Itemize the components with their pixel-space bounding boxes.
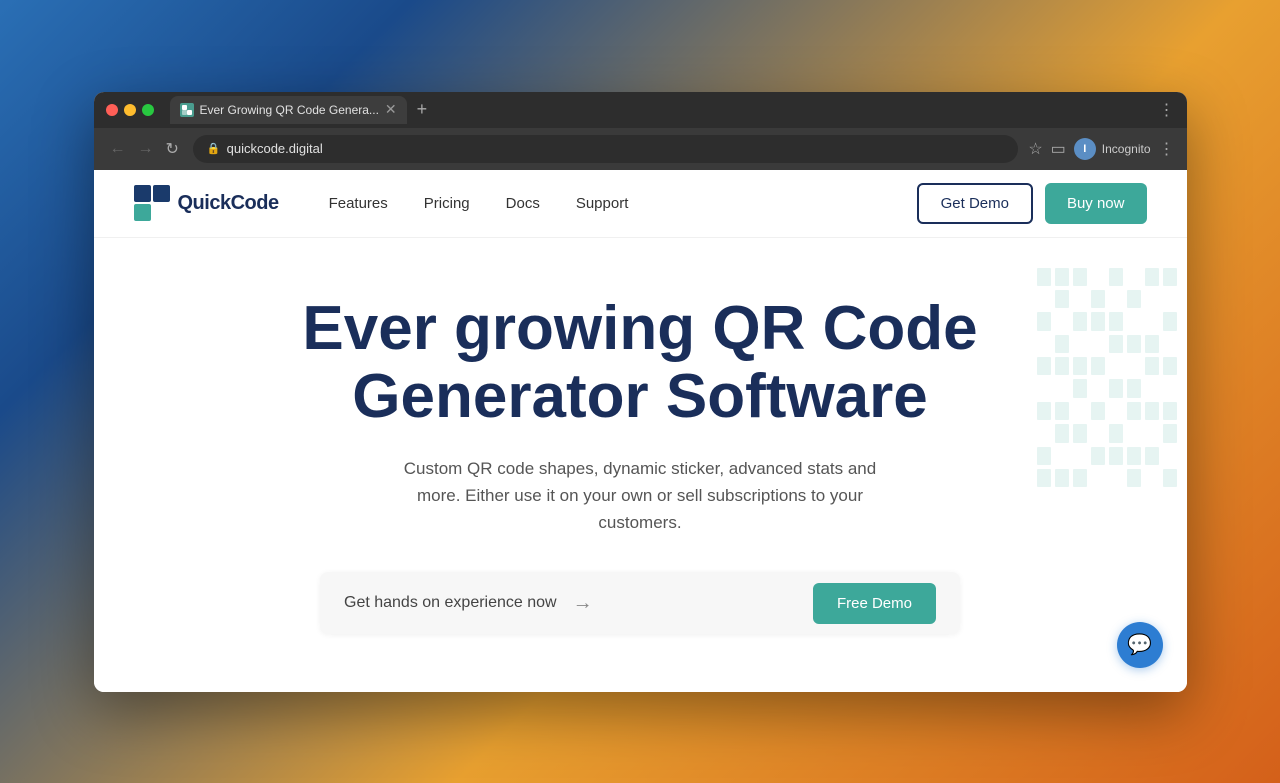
chat-bubble-button[interactable]: 💬 xyxy=(1117,622,1163,668)
browser-window: Ever Growing QR Code Genera... ✕ + ⋮ ← →… xyxy=(94,92,1187,692)
active-tab[interactable]: Ever Growing QR Code Genera... ✕ xyxy=(170,96,407,124)
site-nav: QuickCode Features Pricing Docs Support … xyxy=(94,170,1187,238)
nav-buttons-right: Get Demo Buy now xyxy=(917,183,1147,224)
buy-now-button[interactable]: Buy now xyxy=(1045,183,1147,224)
tab-favicon xyxy=(180,103,194,117)
logo-text: QuickCode xyxy=(178,192,279,215)
nav-link-docs[interactable]: Docs xyxy=(506,195,540,212)
free-demo-button[interactable]: Free Demo xyxy=(813,583,936,624)
chat-icon: 💬 xyxy=(1127,632,1152,657)
nav-link-features[interactable]: Features xyxy=(329,195,388,212)
nav-link-pricing[interactable]: Pricing xyxy=(424,195,470,212)
avatar: I xyxy=(1074,138,1096,160)
nav-links: Features Pricing Docs Support xyxy=(329,195,917,212)
split-view-icon[interactable]: ▭ xyxy=(1051,139,1066,159)
logo-link[interactable]: QuickCode xyxy=(134,185,279,221)
lock-icon: 🔒 xyxy=(207,142,221,155)
hero-subtitle: Custom QR code shapes, dynamic sticker, … xyxy=(380,455,900,537)
qr-decoration xyxy=(1027,258,1187,498)
url-text: quickcode.digital xyxy=(227,141,323,156)
address-bar: ← → ↻ 🔒 quickcode.digital ☆ ▭ I Incognit… xyxy=(94,128,1187,170)
nav-link-support[interactable]: Support xyxy=(576,195,629,212)
logo-icon xyxy=(134,185,170,221)
traffic-lights xyxy=(106,104,154,116)
maximize-button[interactable] xyxy=(142,104,154,116)
title-bar: Ever Growing QR Code Genera... ✕ + ⋮ xyxy=(94,92,1187,128)
title-bar-controls: ⋮ xyxy=(1159,100,1175,120)
website-content: QuickCode Features Pricing Docs Support … xyxy=(94,170,1187,692)
get-demo-button[interactable]: Get Demo xyxy=(917,183,1033,224)
cta-bar: Get hands on experience now → Free Demo xyxy=(320,572,960,634)
menu-icon[interactable]: ⋮ xyxy=(1159,100,1175,120)
cta-text: Get hands on experience now → xyxy=(344,592,813,615)
address-input[interactable]: 🔒 quickcode.digital xyxy=(193,135,1018,163)
close-button[interactable] xyxy=(106,104,118,116)
address-bar-actions: ☆ ▭ I Incognito ⋮ xyxy=(1028,138,1174,160)
tab-bar: Ever Growing QR Code Genera... ✕ + xyxy=(170,96,1151,124)
arrow-icon: → xyxy=(573,592,593,615)
minimize-button[interactable] xyxy=(124,104,136,116)
bookmark-icon[interactable]: ☆ xyxy=(1028,139,1042,159)
tab-close-button[interactable]: ✕ xyxy=(385,101,397,118)
profile-name: Incognito xyxy=(1102,142,1151,156)
back-button[interactable]: ← xyxy=(106,137,130,161)
nav-buttons: ← → ↻ xyxy=(106,137,183,161)
cta-label: Get hands on experience now xyxy=(344,594,557,612)
new-tab-button[interactable]: + xyxy=(411,99,434,120)
hero-title: Ever growing QR Code Generator Software xyxy=(302,295,977,431)
profile-chip[interactable]: I Incognito xyxy=(1074,138,1151,160)
forward-button[interactable]: → xyxy=(134,137,158,161)
hero-section: Ever growing QR Code Generator Software … xyxy=(94,238,1187,692)
more-options-icon[interactable]: ⋮ xyxy=(1159,139,1175,159)
tab-title: Ever Growing QR Code Genera... xyxy=(200,103,379,117)
reload-button[interactable]: ↻ xyxy=(162,137,183,161)
